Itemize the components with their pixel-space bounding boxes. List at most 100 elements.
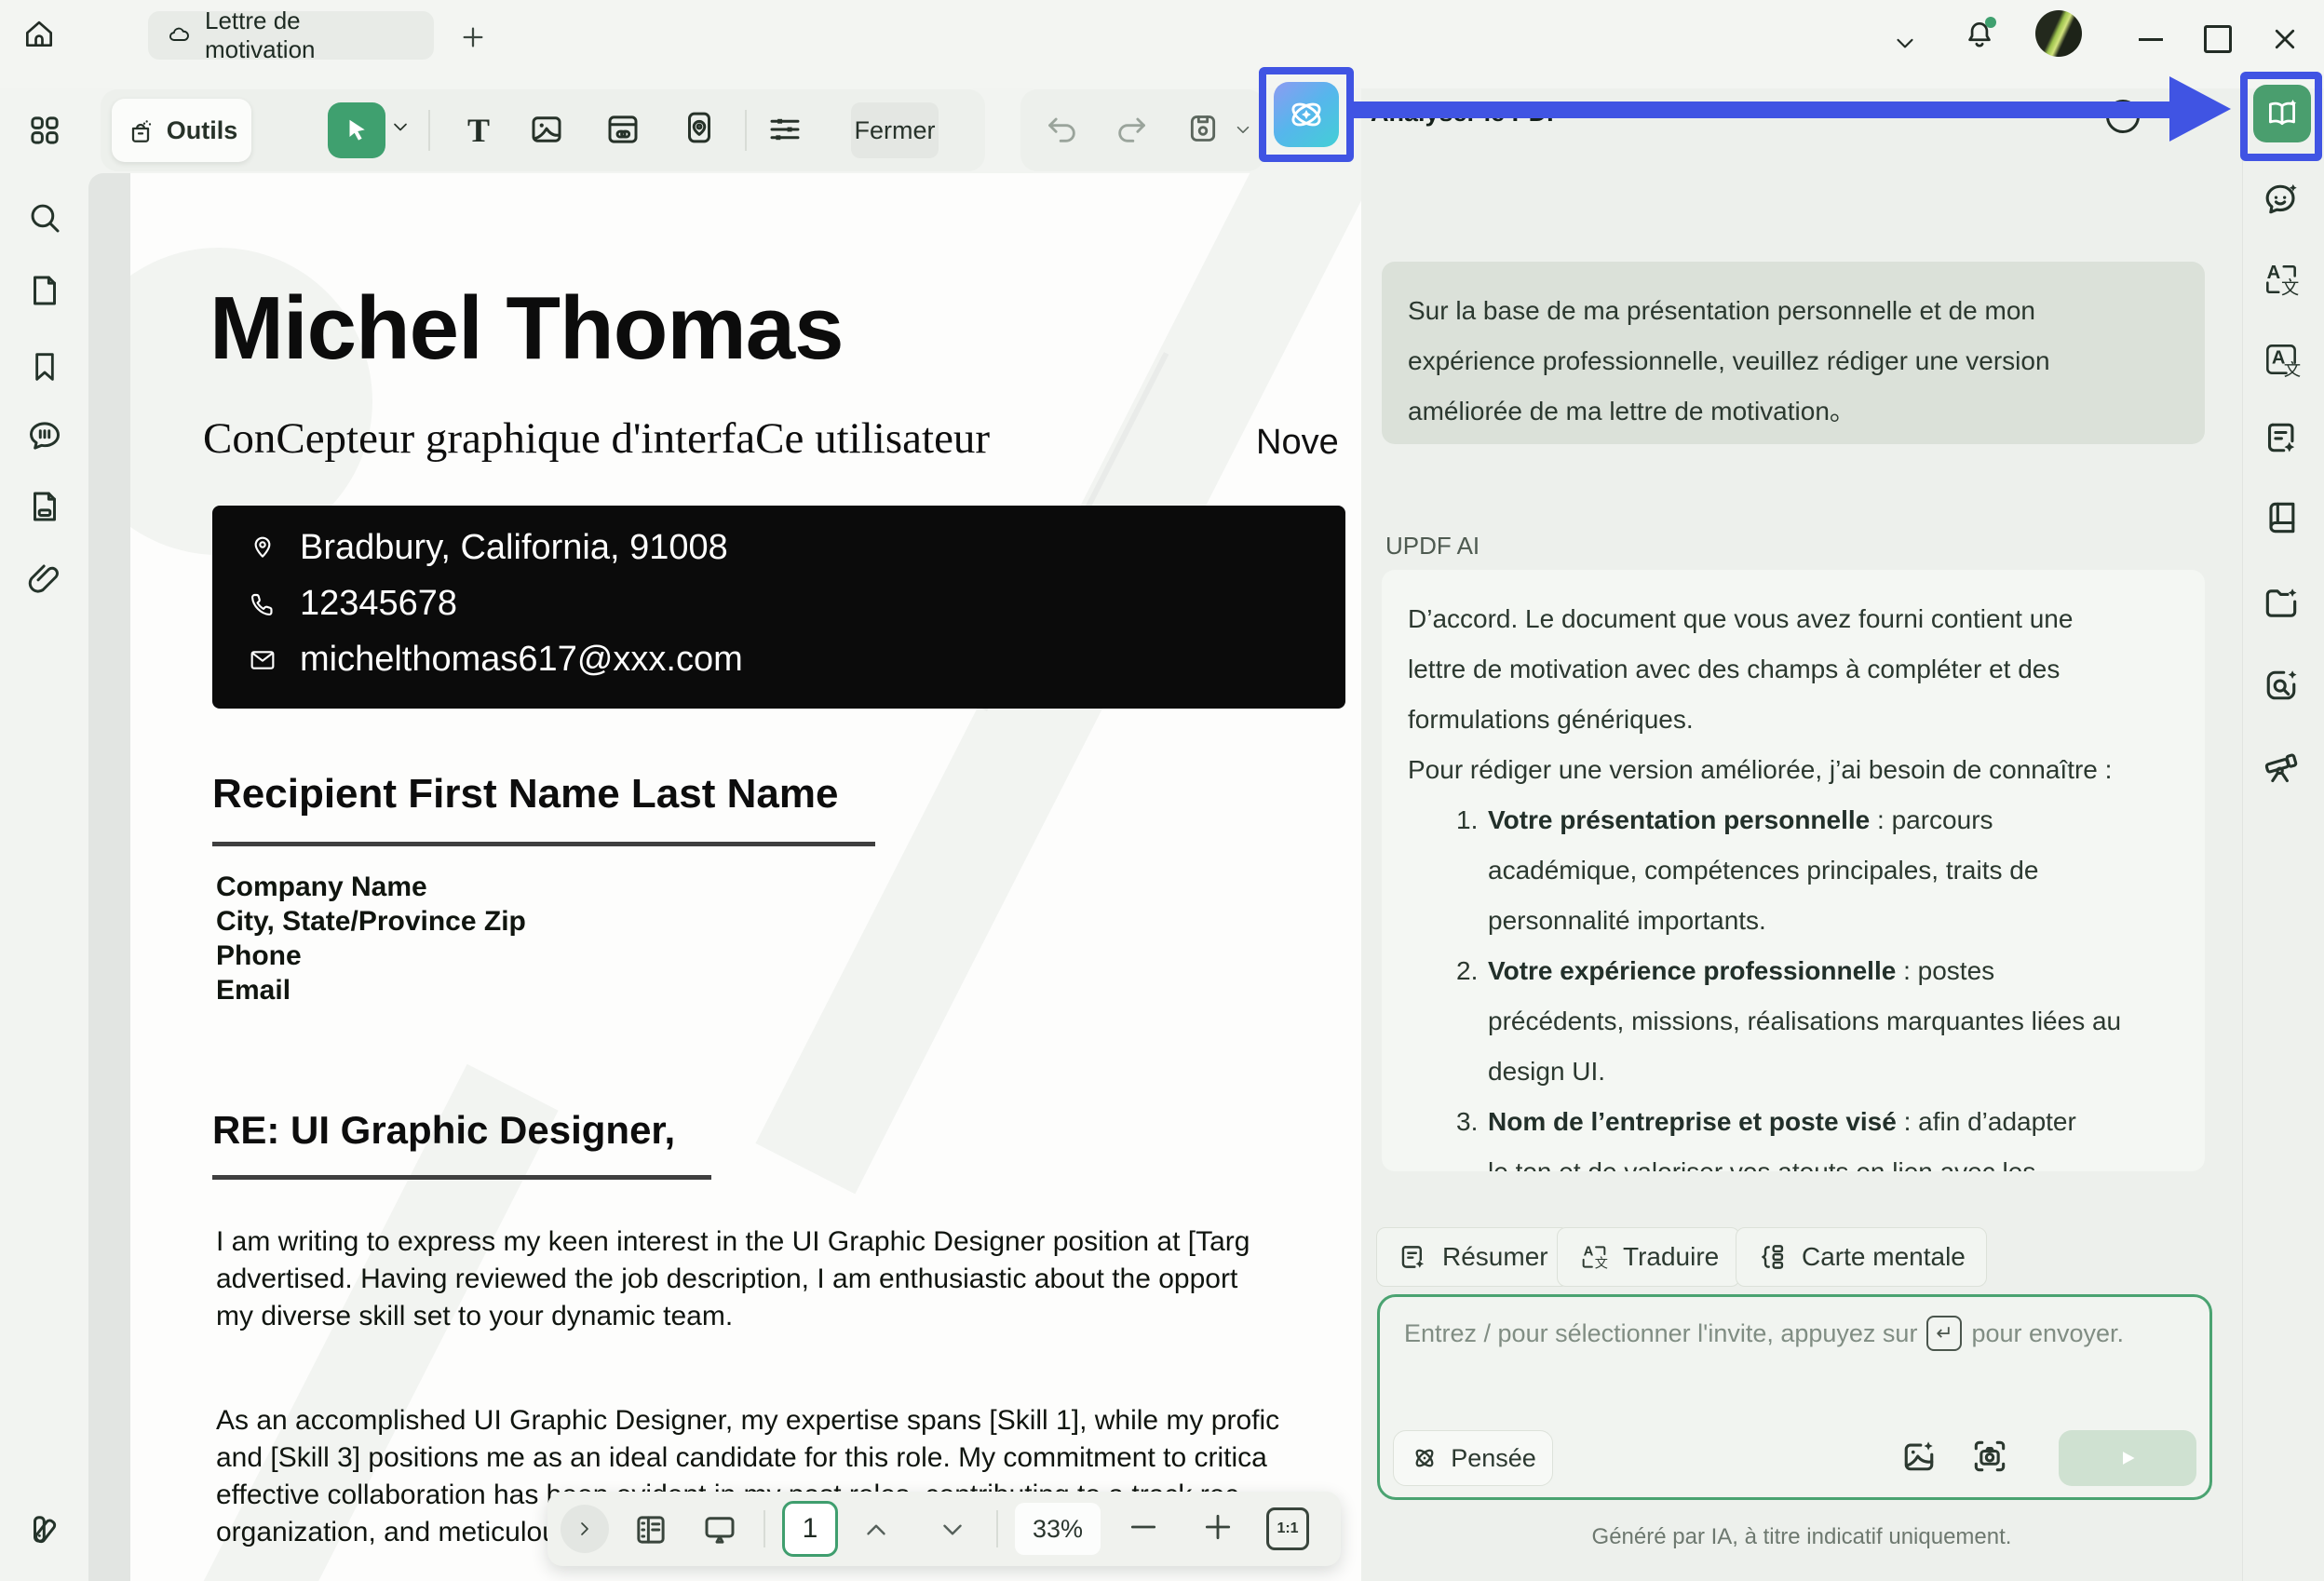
zoom-out-button[interactable] <box>1125 1508 1162 1546</box>
select-tool-dropdown[interactable] <box>389 115 412 138</box>
cloud-icon <box>169 27 189 41</box>
paragraph-line: As an accomplished UI Graphic Designer, … <box>216 1405 1280 1436</box>
prompt-input[interactable]: Entrez / pour sélectionner l'invite, app… <box>1377 1294 2212 1500</box>
chevron-down-icon <box>394 123 407 131</box>
save-dropdown[interactable] <box>1233 119 1253 140</box>
form-document-icon <box>34 492 56 521</box>
document-viewport[interactable]: Michel Thomas ConCepteur graphique d'int… <box>88 173 1361 1581</box>
assistant-line: design UI. <box>1488 1057 1606 1086</box>
ai-summary-button[interactable] <box>2261 417 2302 458</box>
next-page-button[interactable] <box>937 1514 968 1546</box>
comments-button[interactable] <box>24 415 65 456</box>
image-tool-button[interactable] <box>527 110 566 149</box>
tools-button[interactable]: Outils <box>112 99 251 162</box>
ai-search-button[interactable] <box>2261 665 2302 706</box>
page-number-input[interactable]: 1 <box>782 1501 838 1557</box>
form-fields-button[interactable] <box>24 486 65 527</box>
minimize-button[interactable] <box>2130 19 2171 60</box>
swatches-button[interactable] <box>24 1508 65 1549</box>
paperclip-icon <box>28 564 59 593</box>
window-dropdown-button[interactable] <box>1885 22 1925 63</box>
avatar[interactable] <box>2035 10 2082 57</box>
user-message-line: Sur la base de ma présentation personnel… <box>1408 296 2035 325</box>
close-tools-button[interactable]: Fermer <box>851 102 939 158</box>
page-icon <box>34 276 56 305</box>
divider <box>212 842 875 846</box>
dictionary-button[interactable] <box>2261 497 2302 538</box>
text-tool-button[interactable]: T <box>458 106 499 155</box>
search-sparkle-icon <box>2266 670 2297 700</box>
presentation-button[interactable] <box>700 1510 739 1549</box>
redo-button[interactable] <box>1114 110 1151 147</box>
translate-button[interactable]: A 文 Traduire <box>1557 1227 1741 1287</box>
close-icon <box>2275 29 2295 49</box>
minus-icon <box>1130 1525 1156 1529</box>
document-tab[interactable]: Lettre de motivation <box>148 7 434 63</box>
camera-icon <box>1974 1440 2006 1472</box>
attachments-button[interactable] <box>24 559 65 600</box>
swatches-icon <box>34 1516 57 1544</box>
app-grid-button[interactable] <box>24 110 65 151</box>
image-sparkle-icon <box>1904 1441 1934 1471</box>
page-thumbnails-button[interactable] <box>24 270 65 311</box>
bookmarks-button[interactable] <box>24 346 65 387</box>
page-number-value: 1 <box>802 1513 818 1544</box>
notifications-button[interactable] <box>1959 15 2000 56</box>
redo-icon <box>1118 117 1145 142</box>
screenshot-button[interactable] <box>1969 1436 2010 1477</box>
new-tab-button[interactable] <box>453 17 493 58</box>
recipient-line: Company Name <box>216 872 427 902</box>
stamp-location-icon <box>688 112 710 143</box>
progress-ring-icon[interactable] <box>2106 100 2140 133</box>
thinking-mode-button[interactable]: Pensée <box>1393 1430 1553 1486</box>
save-button[interactable] <box>1184 110 1222 147</box>
previous-page-button[interactable] <box>860 1514 892 1546</box>
mindmap-icon <box>1762 1245 1784 1269</box>
letter-date-fragment: Nove <box>1256 423 1339 462</box>
link-card-tool-button[interactable] <box>603 110 642 149</box>
send-button[interactable] <box>2059 1430 2196 1486</box>
translate-icon: A 文 <box>2266 263 2299 299</box>
card-link-icon <box>608 115 638 143</box>
viewer-toolbar: 1 33% 1:1 <box>547 1492 1341 1566</box>
maximize-button[interactable] <box>2197 19 2238 60</box>
ai-translate-button[interactable]: A 文 <box>2261 259 2302 300</box>
undo-button[interactable] <box>1043 110 1080 147</box>
recipient-heading: Recipient First Name Last Name <box>212 771 839 817</box>
assistant-line: précédents, missions, réalisations marqu… <box>1488 1007 2122 1035</box>
insert-image-button[interactable] <box>1898 1436 1939 1477</box>
panel-settings-button[interactable] <box>2168 99 2203 134</box>
mindmap-button[interactable]: Carte mentale <box>1736 1227 1987 1287</box>
maximize-icon <box>2204 25 2232 53</box>
chevron-down-icon <box>943 1524 962 1535</box>
stamp-location-tool-button[interactable] <box>680 108 719 147</box>
zoom-level-input[interactable]: 33% <box>1015 1503 1101 1555</box>
ai-sidebar <box>2242 88 2324 1581</box>
pdf-page: Michel Thomas ConCepteur graphique d'int… <box>130 173 1361 1581</box>
thumbnail-panel-button[interactable] <box>631 1510 670 1549</box>
properties-tool-button[interactable] <box>765 110 804 149</box>
contact-phone: 12345678 <box>300 584 458 623</box>
assistant-line: D’accord. Le document que vous avez four… <box>1408 604 2074 633</box>
select-tool-button[interactable] <box>328 102 385 158</box>
zoom-in-button[interactable] <box>1199 1508 1236 1546</box>
telescope-button[interactable] <box>2261 745 2302 786</box>
summarize-button[interactable]: Résumer <box>1376 1227 1570 1287</box>
toolbar-divider <box>745 110 747 151</box>
plus-icon <box>1205 1514 1231 1540</box>
close-button[interactable] <box>2264 19 2305 60</box>
assistant-line: académique, compétences principales, tra… <box>1488 856 2039 885</box>
assistant-line: le ton et de valoriser vos atouts en lie… <box>1408 1147 2179 1171</box>
actual-size-button[interactable]: 1:1 <box>1266 1507 1309 1550</box>
page-translate-button[interactable]: A 文 <box>2261 339 2302 380</box>
thinking-mode-label: Pensée <box>1451 1443 1536 1472</box>
expand-toolbar-button[interactable] <box>561 1505 609 1553</box>
summary-sparkle-icon <box>2267 423 2295 453</box>
user-message-bubble: Sur la base de ma présentation personnel… <box>1382 262 2205 444</box>
panel-title: Analyser le PDF <box>1371 99 1562 127</box>
recipient-block: Company Name City, State/Province Zip Ph… <box>216 870 526 1007</box>
home-button[interactable] <box>19 13 60 54</box>
ai-chat-button[interactable] <box>2261 179 2302 220</box>
ai-files-button[interactable] <box>2261 583 2302 624</box>
search-button[interactable] <box>24 197 65 238</box>
